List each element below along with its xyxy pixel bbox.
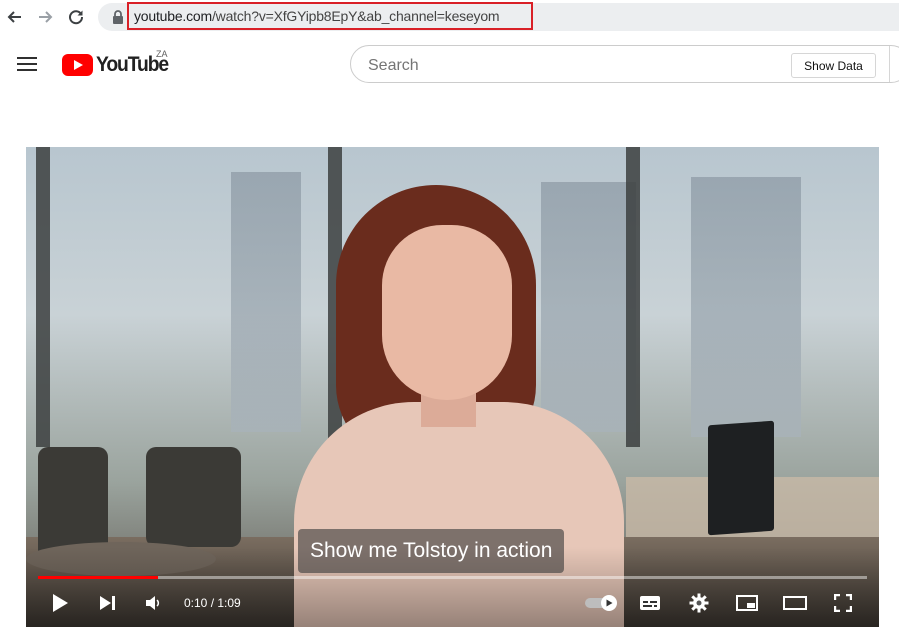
progress-fill [38,576,159,579]
lock-icon [113,10,123,24]
progress-bar[interactable] [38,576,867,579]
gear-icon [689,593,709,613]
browser-toolbar: youtube.com/watch?v=XfGYipb8EpY&ab_chann… [0,0,899,34]
play-button[interactable] [46,589,74,617]
window-frame [626,147,640,447]
time-display: 0:10 / 1:09 [184,596,241,610]
miniplayer-button[interactable] [733,589,761,617]
subtitles-button[interactable] [636,589,664,617]
arrow-right-icon [39,11,53,23]
hamburger-menu-icon[interactable] [17,56,37,72]
autoplay-toggle-icon [585,595,617,611]
settings-button[interactable] [685,589,713,617]
time-separator: / [207,596,218,610]
autoplay-toggle[interactable] [582,589,622,617]
back-button[interactable] [3,5,27,29]
fullscreen-icon [834,594,852,612]
monitor [708,420,774,536]
presenter-face [382,225,512,400]
arrow-left-icon [7,11,21,23]
background-tower [691,177,801,437]
search-input[interactable] [366,54,770,78]
video-player[interactable]: Show me Tolstoy in action 0:10 / 1:09 [26,147,879,627]
reload-icon [69,10,84,25]
youtube-play-logo-icon [62,54,93,76]
skip-next-icon [100,596,115,610]
video-caption: Show me Tolstoy in action [298,529,565,573]
time-current: 0:10 [184,596,208,610]
volume-icon [146,596,160,610]
subtitles-icon [640,596,660,610]
window-frame [36,147,50,447]
next-button[interactable] [94,589,122,617]
play-icon [53,594,68,612]
youtube-header: YouTube ZA Show Data [0,34,899,98]
fullscreen-button[interactable] [829,589,857,617]
show-data-button[interactable]: Show Data [791,53,876,78]
theater-mode-button[interactable] [781,589,809,617]
time-total: 1:09 [217,596,241,610]
mute-button[interactable] [139,589,167,617]
miniplayer-icon [736,595,758,611]
background-tower [231,172,301,432]
chair [146,447,241,547]
forward-button[interactable] [33,5,57,29]
reload-button[interactable] [64,5,88,29]
background-tower [541,182,636,432]
country-code: ZA [156,49,168,59]
theater-mode-icon [783,596,807,610]
url-highlight-box [127,2,533,30]
search-divider [889,46,890,82]
